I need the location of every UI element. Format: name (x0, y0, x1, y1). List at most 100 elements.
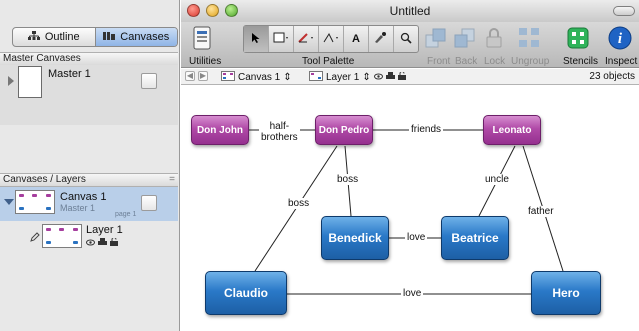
brush-icon (373, 31, 389, 47)
layer-selector[interactable]: Layer 1 ⇕ (309, 71, 406, 84)
node-don-pedro[interactable]: Don Pedro (315, 115, 373, 145)
lock-toolbar-icon[interactable] (482, 26, 506, 50)
bring-to-front-icon[interactable] (424, 26, 448, 50)
canvases-tab[interactable]: Canvases (94, 28, 177, 46)
layer-selector-label: Layer 1 (326, 72, 360, 83)
front-label: Front (427, 56, 451, 67)
canvas-item[interactable]: Canvas 1 Master 1 page 1 (0, 187, 178, 221)
master-page-thumbnail (18, 66, 42, 98)
canvas-master-label: Master 1 (60, 203, 96, 213)
outline-tree-icon (27, 30, 40, 44)
canvas-thumbnail (15, 190, 55, 214)
window-titlebar: Untitled (181, 0, 639, 22)
edge-label-uncle: uncle (483, 174, 511, 185)
updown-chevron-icon: ⇕ (283, 72, 292, 83)
edge-label-half-brothers-line1: half- (269, 121, 290, 132)
resize-handle-icon[interactable]: = (169, 174, 175, 186)
object-count: 23 objects (589, 71, 635, 82)
toolbar: Utilities A Tool Palette Front Back Lock… (181, 22, 639, 68)
master-item-label: Master 1 (48, 68, 91, 80)
master-visibility-checkbox[interactable] (141, 73, 157, 89)
toolbar-toggle-button[interactable] (613, 6, 635, 16)
ungroup-icon[interactable] (517, 26, 541, 50)
eye-icon[interactable] (373, 72, 383, 83)
lock-icon[interactable] (110, 237, 118, 249)
edge-label-love-claudio: love (401, 288, 424, 299)
back-arrow-icon[interactable]: ◀ (185, 71, 195, 81)
disclosure-triangle-expanded-icon[interactable] (4, 199, 14, 205)
printer-icon[interactable] (385, 72, 395, 83)
layer-thumbnail (42, 224, 82, 248)
node-leonato[interactable]: Leonato (483, 115, 541, 145)
node-hero[interactable]: Hero (531, 271, 601, 315)
zoom-button[interactable] (225, 4, 238, 17)
edge-label-half-brothers-line2: brothers (261, 132, 298, 143)
layer-item-label: Layer 1 (86, 224, 123, 236)
pencil-icon[interactable] (30, 232, 40, 245)
stencils-icon[interactable] (566, 26, 590, 50)
line-connect-icon (323, 32, 339, 47)
node-claudio[interactable]: Claudio (205, 271, 287, 315)
canvases-layers-header: Canvases / Layers = (0, 173, 178, 187)
stencils-label: Stencils (563, 56, 599, 67)
back-label: Back (455, 56, 478, 67)
diagram-canvas[interactable]: Don John Don Pedro Leonato Benedick Beat… (181, 86, 639, 331)
edge-label-father: father (526, 206, 556, 217)
window-title: Untitled (389, 4, 431, 18)
disclosure-triangle-icon[interactable] (8, 76, 14, 86)
view-segmented-control: Outline Canvases (12, 27, 178, 47)
arrow-pointer-icon (251, 32, 261, 47)
eye-icon[interactable] (86, 237, 95, 249)
utilities-icon[interactable] (191, 26, 215, 50)
layer-item[interactable]: Layer 1 (0, 221, 178, 251)
canvas-selector[interactable]: Canvas 1 ⇕ (221, 71, 292, 84)
line-tool[interactable] (319, 26, 344, 52)
rectangle-shape-icon (273, 32, 289, 47)
inspect-label: Inspect (605, 56, 638, 67)
canvases-sidebar: Outline Canvases Master Canvases Master … (0, 0, 180, 331)
canvas-item-label: Canvas 1 (60, 191, 107, 203)
edge-label-boss-claudio: boss (286, 198, 312, 209)
pen-diagram-icon (298, 32, 314, 47)
style-brush-tool[interactable] (369, 26, 394, 52)
ungroup-label: Ungroup (511, 56, 550, 67)
canvas-mini-icon (221, 71, 235, 84)
canvas-visibility-checkbox[interactable] (141, 195, 157, 211)
canvases-icon (103, 31, 116, 44)
node-don-john[interactable]: Don John (191, 115, 249, 145)
layer-controls (86, 237, 118, 249)
selection-tool[interactable] (244, 26, 269, 52)
printer-icon[interactable] (98, 237, 107, 249)
edge-label-boss-benedick: boss (335, 174, 361, 185)
outline-tab[interactable]: Outline (13, 28, 95, 46)
magnifier-icon (400, 32, 412, 47)
master-canvas-item[interactable]: Master 1 (0, 65, 178, 125)
canvas-page-label: page 1 (115, 211, 137, 218)
pen-tool[interactable] (294, 26, 319, 52)
updown-chevron-icon: ⇕ (362, 72, 371, 83)
canvases-tab-label: Canvases (120, 31, 170, 43)
canvas-navigation-bar: ◀ ▶ Canvas 1 ⇕ Layer 1 ⇕ 23 objects (181, 69, 639, 85)
close-button[interactable] (187, 4, 200, 17)
utilities-label: Utilities (189, 56, 222, 67)
canvases-layers-label: Canvases / Layers (3, 174, 86, 185)
inspect-info-icon[interactable]: i (608, 26, 632, 50)
lock-icon[interactable] (397, 71, 406, 83)
master-canvases-header: Master Canvases (0, 52, 178, 66)
lock-label: Lock (484, 56, 506, 67)
zoom-tool[interactable] (394, 26, 418, 52)
forward-arrow-icon[interactable]: ▶ (198, 71, 208, 81)
canvas-selector-label: Canvas 1 (238, 72, 281, 83)
node-benedick[interactable]: Benedick (321, 216, 389, 260)
send-to-back-icon[interactable] (453, 26, 477, 50)
document-window: Untitled Utilities A Tool Palette Front … (181, 0, 639, 331)
minimize-button[interactable] (206, 4, 219, 17)
shape-tool[interactable] (269, 26, 294, 52)
outline-tab-label: Outline (44, 31, 80, 43)
tool-palette: A (243, 25, 419, 53)
node-beatrice[interactable]: Beatrice (441, 216, 509, 260)
text-tool-label: A (352, 33, 360, 45)
layer-mini-icon (309, 71, 323, 84)
edge-label-half-brothers: half- brothers (259, 121, 300, 143)
text-tool[interactable]: A (344, 26, 369, 52)
